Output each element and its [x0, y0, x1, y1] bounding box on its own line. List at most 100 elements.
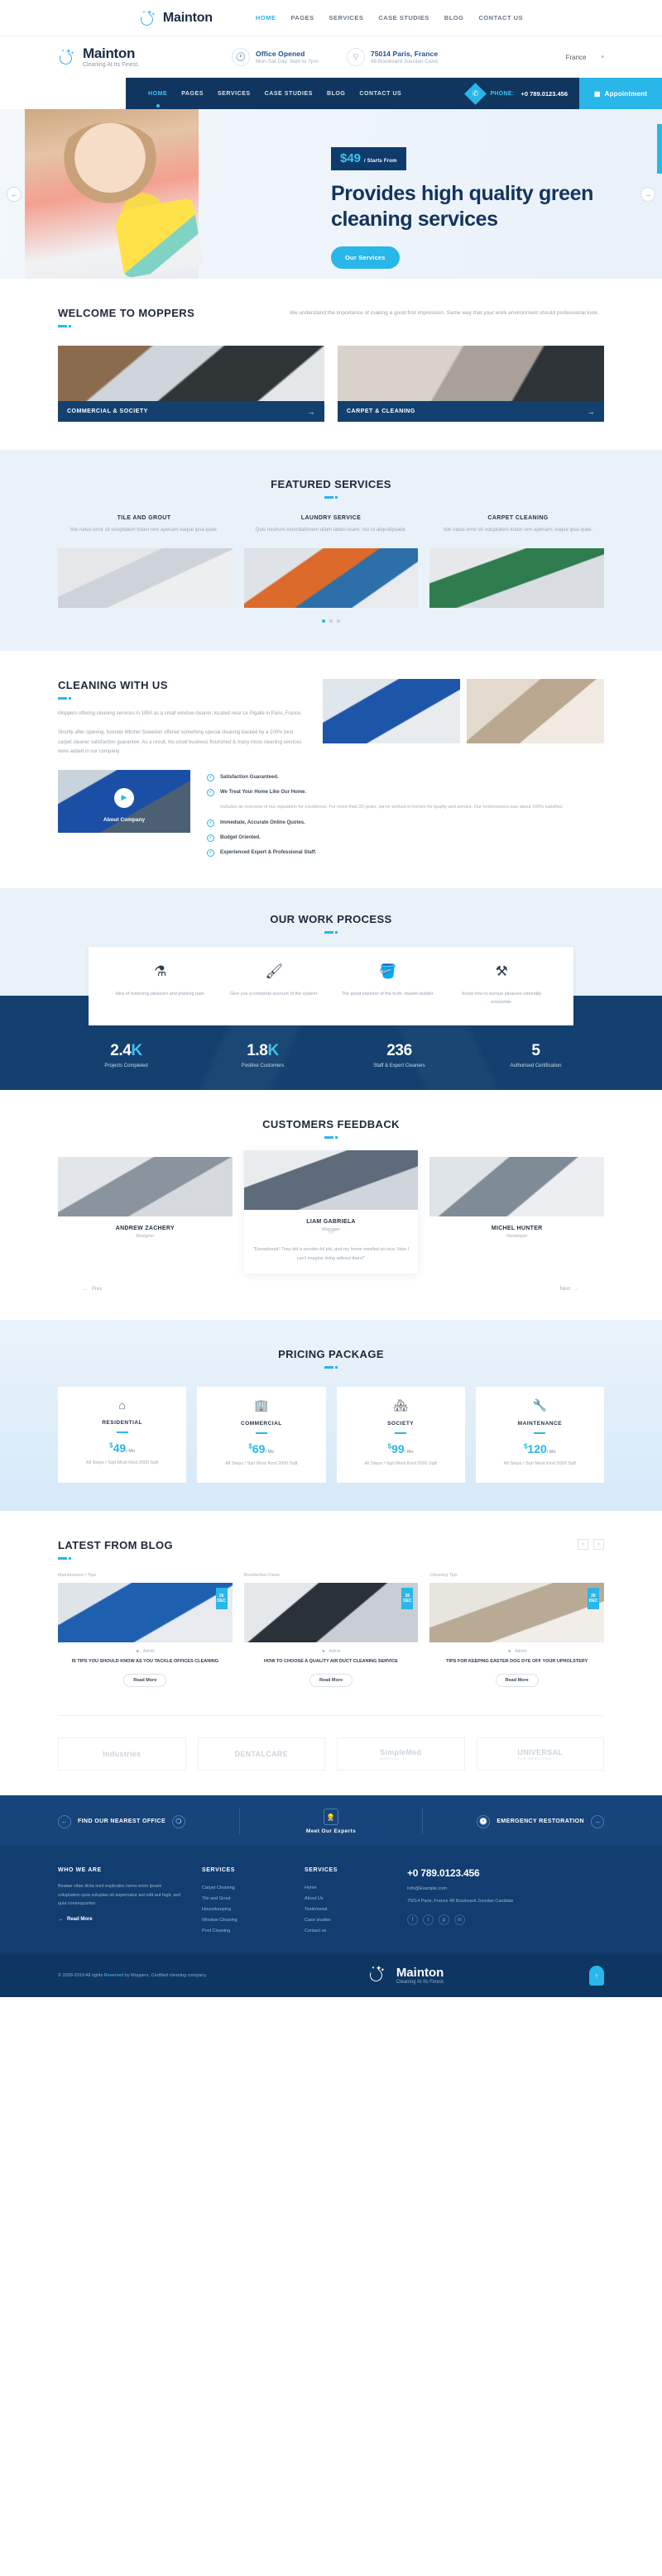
footer-link[interactable]: Case studies	[305, 1914, 387, 1925]
footer-link[interactable]: Pool Cleaning	[202, 1925, 285, 1936]
blog-prev-arrow-icon[interactable]: ‹	[578, 1539, 588, 1551]
footer-address: 75014 Paris, France 48 Boulevard Jourdan…	[407, 1899, 514, 1905]
main-nav-item-pages[interactable]: PAGES	[181, 91, 204, 97]
clock-icon: 🕐	[232, 48, 250, 66]
hero-pagination-dots[interactable]	[351, 265, 358, 267]
location-icon: ⚲	[346, 48, 365, 66]
about-company-video[interactable]: ▶ About Company	[58, 770, 190, 834]
main-nav-item-case-studies[interactable]: CASE STUDIES	[265, 91, 313, 97]
footer-link[interactable]: Housekeeping	[202, 1904, 285, 1914]
service-card[interactable]: COMMERCIAL & SOCIETY →	[58, 346, 324, 422]
top-nav-item-contact-us[interactable]: CONTACT US	[478, 14, 523, 22]
pricing-card[interactable]: 🏢 COMMERCIAL $69/ Mo All Steps / Sqrt Mo…	[197, 1387, 326, 1484]
main-nav-item-blog[interactable]: BLOG	[327, 91, 345, 97]
footer-phone[interactable]: +0 789.0123.456	[407, 1867, 604, 1879]
footer-contact: +0 789.0123.456 Info@Example.com 75014 P…	[407, 1867, 604, 1936]
twitter-icon[interactable]: t	[423, 1914, 434, 1926]
society-icon: 🏘	[393, 1398, 409, 1412]
blog-card[interactable]: Cleaning Tips 26 DEC ☻ Admin TIPS FOR KEE…	[429, 1573, 605, 1688]
plan-period: / Mo	[404, 1450, 414, 1455]
meet-experts-cta[interactable]: 👷 Meet Our Experts	[239, 1809, 423, 1835]
top-nav-item-home[interactable]: HOME	[256, 14, 276, 22]
featured-image[interactable]	[429, 547, 605, 608]
footer-link[interactable]: Tile and Grout	[202, 1893, 285, 1904]
feature-item: ✓ Experienced Expert & Professional Staff…	[207, 845, 604, 860]
pricing-card[interactable]: ⌂ RESIDENTIAL $49/ Mo All Steps / Sqrt M…	[58, 1387, 187, 1484]
copyright-pre: © 2009-2019 All rights	[58, 1972, 104, 1978]
footer-email[interactable]: Info@Example.com	[407, 1886, 604, 1891]
testimonial-name: MICHEL HUNTER	[491, 1225, 543, 1231]
footer-link[interactable]: Carpet Cleaning	[202, 1882, 285, 1893]
testimonials-title: CUSTOMERS FEEDBACK	[262, 1117, 400, 1130]
blog-read-more-button[interactable]: Read More	[123, 1674, 167, 1688]
top-nav-item-pages[interactable]: PAGES	[290, 14, 314, 22]
process-step: ⚒ Know how to pursue pleasure rationally…	[445, 963, 559, 1006]
footer-cta-bar: ← FIND OUR NEAREST OFFICE ❍ 👷 Meet Our E…	[0, 1795, 662, 1847]
featured-image[interactable]	[58, 547, 233, 608]
client-name: UNIVERSAL	[517, 1747, 564, 1756]
bucket-icon: 🪣	[379, 963, 397, 980]
featured-item-title: CARPET CLEANING	[487, 515, 549, 521]
featured-item-title: LAUNDRY SERVICE	[300, 515, 362, 521]
featured-item-desc: Iste natus error sit voluptatem totam re…	[70, 528, 218, 533]
blog-date-badge: 26 DEC	[215, 1588, 228, 1610]
hero-next-arrow-icon[interactable]: →	[640, 186, 655, 202]
linkedin-icon[interactable]: in	[454, 1914, 465, 1926]
hero-prev-arrow-icon[interactable]: ←	[7, 186, 22, 202]
pinterest-icon[interactable]: p	[439, 1914, 449, 1926]
brand-logo-full[interactable]: ✦ ✦ ✦ Mainton Cleaning At Its Finest.	[57, 46, 232, 68]
blog-card[interactable]: Residential Clean 26 DEC ☻ Admin HOW TO C…	[243, 1573, 419, 1688]
testimonial-next-button[interactable]: Next →	[560, 1287, 579, 1292]
footer-link[interactable]: About Us	[305, 1893, 387, 1904]
main-nav-item-services[interactable]: SERVICES	[218, 91, 251, 97]
copyright-link[interactable]: Reserved	[104, 1973, 124, 1978]
footer-link[interactable]: Contact us	[305, 1925, 387, 1936]
facebook-icon[interactable]: f	[407, 1914, 418, 1926]
pricing-card[interactable]: 🔧 MAINTENANCE $120/ Mo All Steps / Sqrt …	[475, 1387, 604, 1484]
plan-desc: All Steps / Sqrt Most Kind 2000 Sqft	[85, 1460, 159, 1466]
hero-cta-button[interactable]: Our Services	[331, 246, 400, 269]
emergency-restoration-cta[interactable]: 🕐 EMERGENCY RESTORATION →	[423, 1814, 604, 1828]
footer-read-more-button[interactable]: → Read More	[58, 1917, 182, 1922]
service-card[interactable]: CARPET & CLEANING →	[338, 346, 604, 422]
blog-read-more-button[interactable]: Read More	[309, 1674, 353, 1688]
title-underline	[58, 325, 257, 327]
main-nav-item-contact-us[interactable]: CONTACT US	[359, 91, 401, 97]
back-to-top-button[interactable]: ↑	[589, 1966, 604, 1986]
featured-item: LAUNDRY SERVICE Quis nostrum exercitatio…	[245, 515, 417, 535]
process-step-desc: Give you a complete account of the syste…	[229, 992, 319, 997]
top-nav-links: HOME PAGES SERVICES CASE STUDIES BLOG CO…	[256, 14, 523, 22]
appointment-button[interactable]: ▦ Appointment	[579, 78, 662, 109]
featured-columns: TILE AND GROUT Iste natus error sit volu…	[58, 515, 604, 535]
client-name: DENTALCARE	[234, 1750, 288, 1759]
top-nav-item-case-studies[interactable]: CASE STUDIES	[378, 14, 429, 22]
testimonial-prev-button[interactable]: ← Prev	[83, 1287, 102, 1292]
footer-link[interactable]: Home	[305, 1882, 387, 1893]
footer-link[interactable]: Testimonial	[305, 1904, 387, 1914]
plan-underline	[255, 1432, 267, 1435]
pricing-card[interactable]: 🏘 SOCIETY $99/ Mo All Steps / Sqrt Most …	[336, 1387, 465, 1484]
language-selector[interactable]: France ▾	[566, 54, 604, 61]
footer-brand-logo[interactable]: ✦ ✦ ✦ Mainton Cleaning At Its Finest.	[367, 1965, 444, 1986]
brand-logo-mini[interactable]: ✦ ✦ ✦ Mainton	[138, 8, 213, 27]
top-nav-item-blog[interactable]: BLOG	[444, 14, 464, 22]
blog-read-more-button[interactable]: Read More	[495, 1674, 539, 1688]
hero-image	[25, 109, 199, 279]
stat-label: Authorised Certification	[510, 1063, 562, 1068]
blog-card[interactable]: Maintenance / Tips 26 DEC ☻ Admin IS TIPS…	[58, 1573, 233, 1688]
blog-image: 26 DEC	[243, 1583, 419, 1643]
nav-phone-block[interactable]: ✆ PHONE: +0 789.0123.456	[464, 78, 579, 109]
title-underline	[58, 1135, 604, 1139]
footer-social-links: f t p in	[407, 1914, 604, 1926]
find-office-cta[interactable]: ← FIND OUR NEAREST OFFICE ❍	[58, 1814, 239, 1828]
top-nav-item-services[interactable]: SERVICES	[329, 14, 364, 22]
featured-image[interactable]	[243, 547, 419, 608]
featured-pagination-dots[interactable]	[58, 619, 604, 623]
main-nav-item-home[interactable]: HOME	[148, 91, 167, 108]
blog-next-arrow-icon[interactable]: ›	[593, 1539, 604, 1551]
feature-text: Budget Oriented.	[220, 835, 261, 841]
play-icon[interactable]: ▶	[114, 787, 134, 808]
office-hours-title: Office Opened	[256, 50, 305, 58]
footer-link[interactable]: Window Cleaning	[202, 1914, 285, 1925]
footer-heading: SERVICES	[305, 1867, 338, 1874]
